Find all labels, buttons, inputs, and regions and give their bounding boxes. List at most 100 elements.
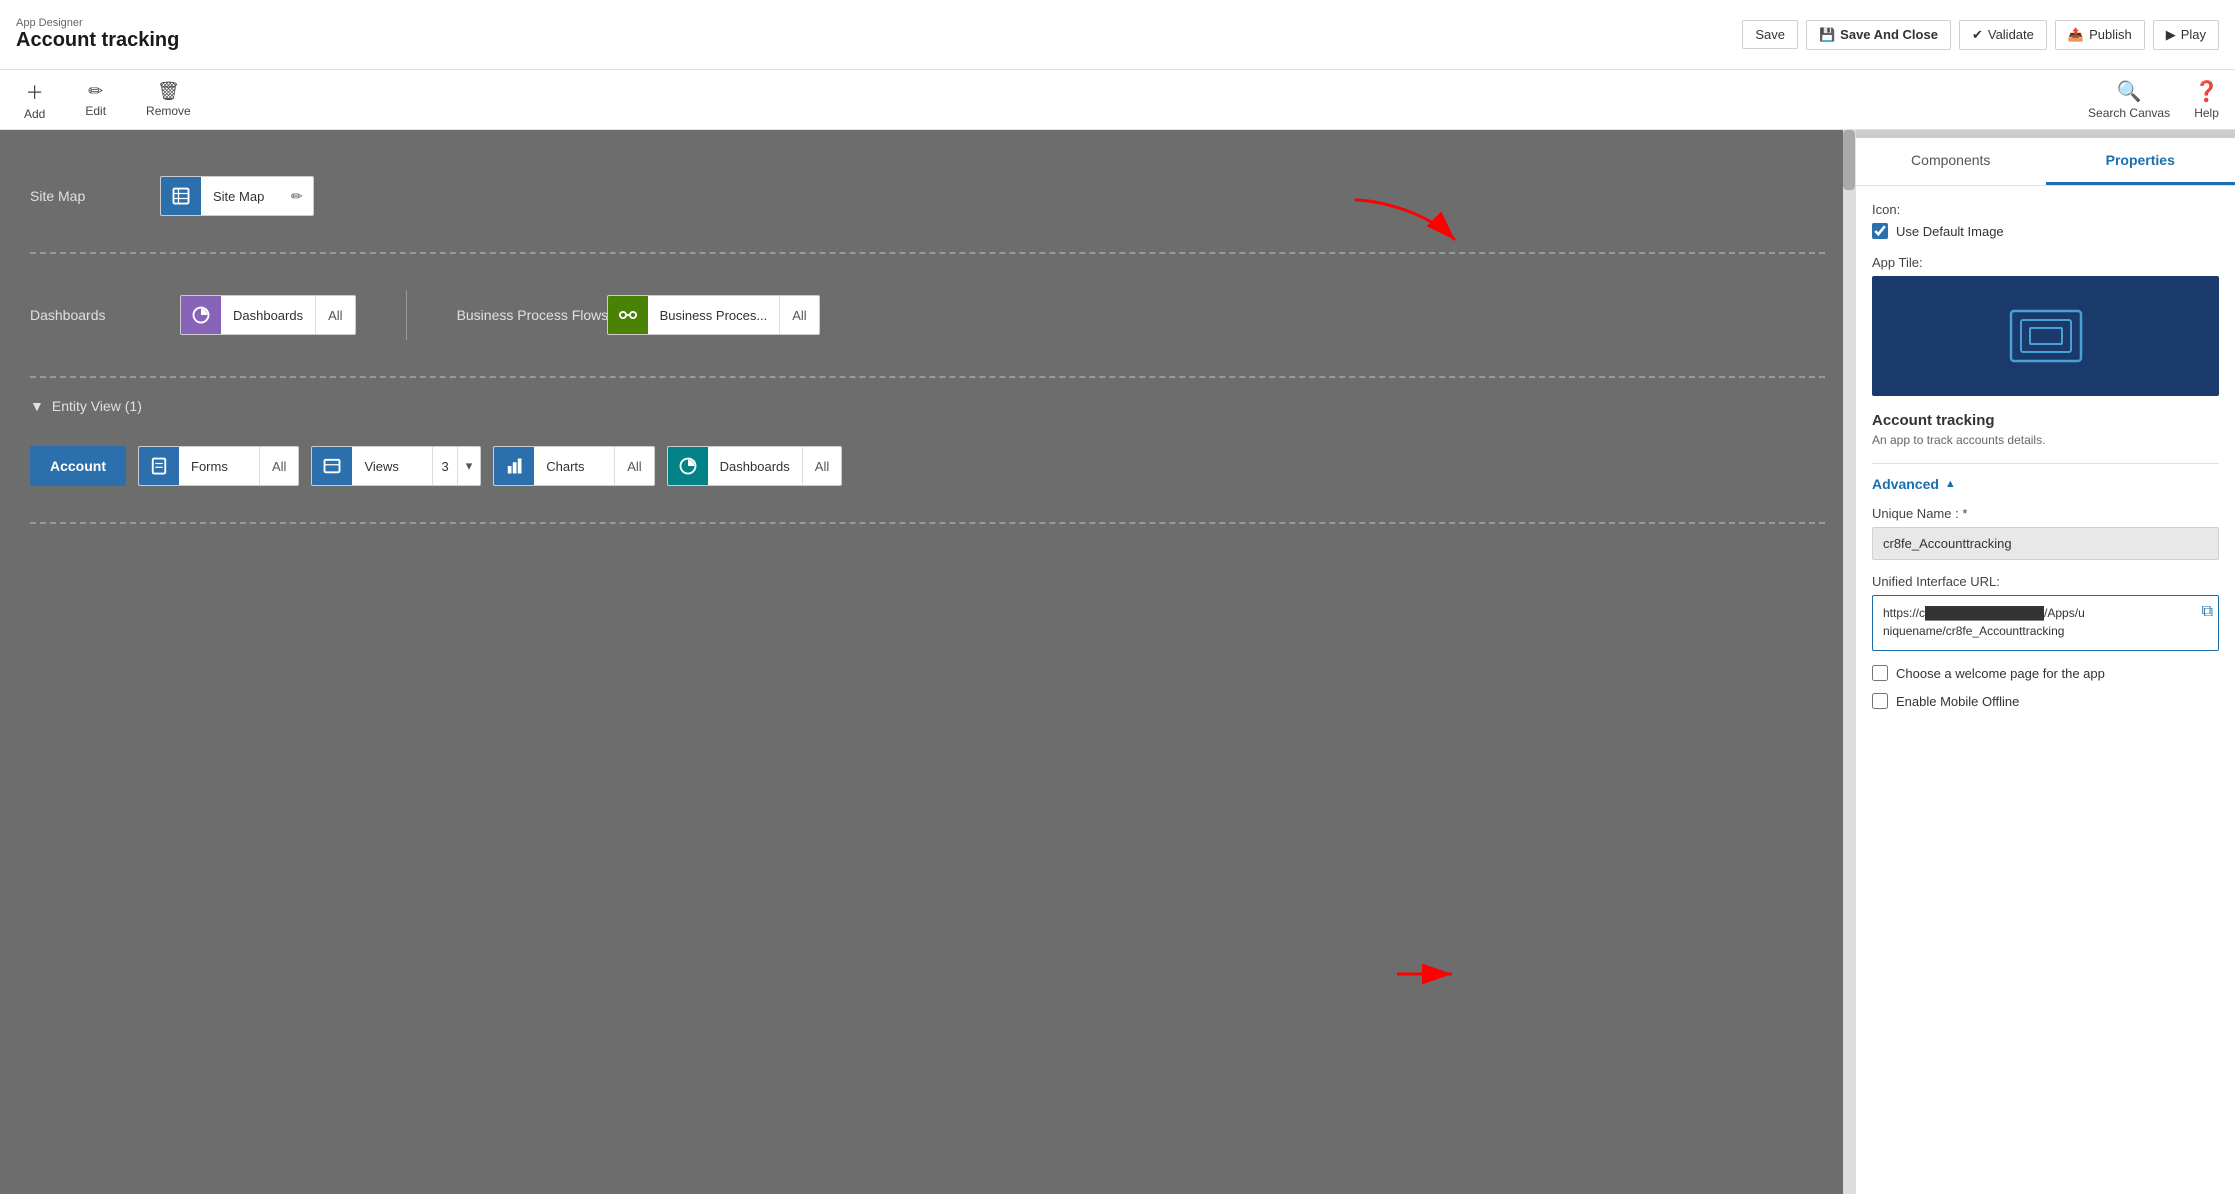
bpf-icon [608, 295, 648, 335]
header-left: App Designer Account tracking [16, 17, 179, 52]
remove-icon: 🗑 [157, 81, 180, 102]
entity-dashboards-icon [668, 446, 708, 486]
play-icon: ▶ [2166, 27, 2176, 43]
toolbar: ＋ Add ✏ Edit 🗑 Remove 🔍 Search Canvas ❓ … [0, 70, 2235, 130]
right-panel: Components Properties Icon: Use Default … [1855, 130, 2235, 1194]
app-tile-preview [1872, 276, 2219, 396]
use-default-image-checkbox[interactable] [1872, 223, 1888, 239]
charts-icon [494, 446, 534, 486]
mobile-offline-checkbox[interactable] [1872, 693, 1888, 709]
site-map-row: Site Map Site Map ✏ [30, 160, 1825, 232]
entity-view-header: ▼ Entity View (1) [30, 398, 1825, 414]
toolbar-remove[interactable]: 🗑 Remove [138, 75, 199, 124]
mobile-offline-label: Enable Mobile Offline [1896, 694, 2019, 709]
panel-scroll-top [1856, 130, 2235, 138]
icon-label: Icon: [1872, 202, 2219, 217]
forms-all[interactable]: All [259, 447, 298, 485]
entity-dashboards-component[interactable]: Dashboards All [667, 446, 843, 486]
dashboards-name: Dashboards [221, 308, 315, 323]
use-default-image-label: Use Default Image [1896, 224, 2004, 239]
edit-icon: ✏ [88, 81, 103, 102]
site-map-edit-icon[interactable]: ✏ [281, 188, 313, 205]
divider-1 [1872, 463, 2219, 464]
canvas-area: Site Map Site Map ✏ Dashboards Dash [0, 130, 1855, 1194]
views-component[interactable]: Views 3 ▾ [311, 446, 481, 486]
forms-name: Forms [179, 459, 259, 474]
dashboards-component[interactable]: Dashboards All [180, 295, 356, 335]
account-button[interactable]: Account [30, 446, 126, 486]
site-map-icon [161, 176, 201, 216]
save-close-icon: 💾 [1819, 27, 1835, 43]
advanced-chevron-icon: ▲ [1945, 478, 1956, 490]
validate-button[interactable]: ✔ Validate [1959, 20, 2047, 50]
search-icon: 🔍 [2117, 79, 2142, 104]
bpf-component[interactable]: Business Proces... All [607, 295, 820, 335]
url-label: Unified Interface URL: [1872, 574, 2219, 589]
bpf-label: Business Process Flows [457, 307, 587, 323]
icon-section: Icon: Use Default Image [1872, 202, 2219, 239]
views-chevron-icon[interactable]: ▾ [457, 447, 481, 485]
header: App Designer Account tracking Save 💾 Sav… [0, 0, 2235, 70]
mobile-offline-row: Enable Mobile Offline [1872, 693, 2219, 709]
main-layout: Site Map Site Map ✏ Dashboards Dash [0, 130, 2235, 1194]
save-and-close-button[interactable]: 💾 Save And Close [1806, 20, 1951, 50]
app-name-display: Account tracking [1872, 412, 2219, 429]
unique-name-input[interactable] [1872, 527, 2219, 560]
publish-icon: 📤 [2068, 27, 2084, 43]
help-icon: ❓ [2194, 79, 2219, 104]
entity-view-chevron[interactable]: ▼ [30, 398, 44, 414]
search-canvas-button[interactable]: 🔍 Search Canvas [2088, 79, 2170, 120]
use-default-image-row: Use Default Image [1872, 223, 2219, 239]
site-map-label: Site Map [30, 188, 160, 204]
url-field-wrapper: https://c██████████████/Apps/u niquename… [1872, 595, 2219, 651]
entity-view-label: Entity View (1) [52, 398, 142, 414]
views-count: 3 [432, 447, 456, 485]
canvas-scroll-thumb[interactable] [1843, 130, 1855, 190]
forms-icon [139, 446, 179, 486]
canvas-scrollbar[interactable] [1843, 130, 1855, 1194]
dashboards-row: Dashboards Dashboards All Business Proce… [30, 274, 1825, 356]
welcome-page-checkbox[interactable] [1872, 665, 1888, 681]
panel-content: Icon: Use Default Image App Tile: [1856, 186, 2235, 1194]
help-button[interactable]: ❓ Help [2194, 79, 2219, 120]
panel-tabs: Components Properties [1856, 138, 2235, 186]
save-button[interactable]: Save [1742, 20, 1798, 49]
url-copy-icon[interactable]: ⧉ [2202, 603, 2213, 621]
app-desc-display: An app to track accounts details. [1872, 433, 2219, 447]
site-map-name: Site Map [201, 189, 281, 204]
charts-component[interactable]: Charts All [493, 446, 654, 486]
app-designer-label: App Designer [16, 17, 179, 29]
entity-dashboards-all[interactable]: All [802, 447, 841, 485]
toolbar-right: 🔍 Search Canvas ❓ Help [2088, 79, 2219, 120]
annotation-arrow-bottom [1387, 954, 1467, 994]
forms-component[interactable]: Forms All [138, 446, 299, 486]
tab-properties[interactable]: Properties [2046, 138, 2235, 185]
app-tile-icon [2006, 296, 2086, 376]
welcome-page-label: Choose a welcome page for the app [1896, 666, 2105, 681]
bpf-all[interactable]: All [779, 296, 818, 334]
unique-name-label: Unique Name : * [1872, 506, 2219, 521]
charts-name: Charts [534, 459, 614, 474]
app-tile-label: App Tile: [1872, 255, 2219, 270]
charts-all[interactable]: All [614, 447, 653, 485]
play-button[interactable]: ▶ Play [2153, 20, 2219, 50]
separator-2 [30, 376, 1825, 378]
toolbar-add[interactable]: ＋ Add [16, 73, 53, 127]
canvas-inner: Site Map Site Map ✏ Dashboards Dash [0, 130, 1855, 574]
dashboards-all[interactable]: All [315, 296, 354, 334]
app-tile-section: App Tile: [1872, 255, 2219, 396]
page-title: Account tracking [16, 29, 179, 52]
welcome-page-row: Choose a welcome page for the app [1872, 665, 2219, 681]
validate-icon: ✔ [1972, 27, 1983, 43]
header-right: Save 💾 Save And Close ✔ Validate 📤 Publi… [1742, 20, 2219, 50]
bpf-name: Business Proces... [648, 308, 780, 323]
tab-components[interactable]: Components [1856, 138, 2046, 185]
dashboards-label: Dashboards [30, 307, 160, 323]
dashboards-icon [181, 295, 221, 335]
publish-button[interactable]: 📤 Publish [2055, 20, 2145, 50]
site-map-component[interactable]: Site Map ✏ [160, 176, 314, 216]
toolbar-edit[interactable]: ✏ Edit [77, 75, 114, 124]
advanced-section-header[interactable]: Advanced ▲ [1872, 476, 2219, 492]
separator-1 [30, 252, 1825, 254]
separator-3 [30, 522, 1825, 524]
